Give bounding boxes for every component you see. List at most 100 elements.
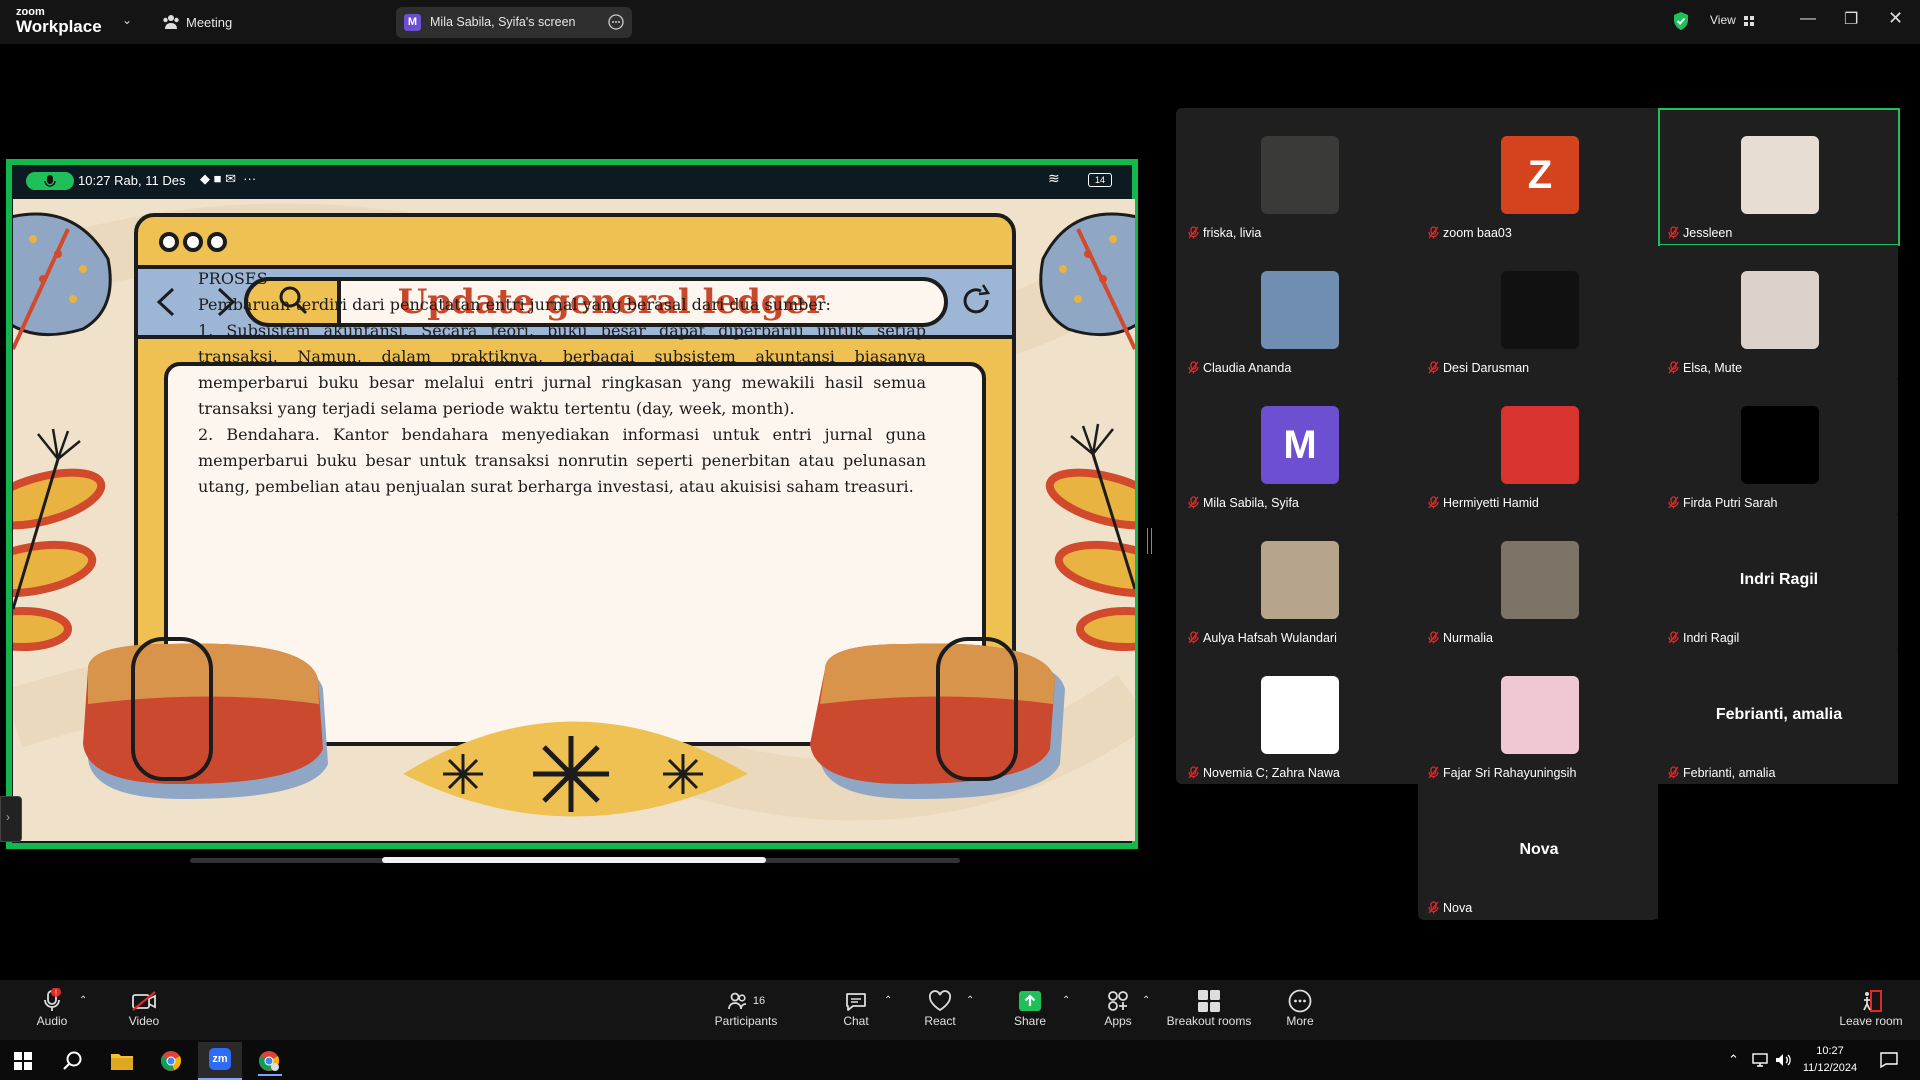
tray-chevron-up-icon[interactable]: ⌃ [1728, 1052, 1739, 1068]
mic-muted-icon [1668, 631, 1679, 644]
participant-tile[interactable]: Indri Ragil Indri Ragil [1660, 515, 1898, 649]
notifications-icon[interactable] [1880, 1052, 1898, 1069]
taskbar-search-icon[interactable] [62, 1050, 84, 1072]
clock-time[interactable]: 10:27 [1800, 1045, 1860, 1057]
close-icon[interactable]: ✕ [1888, 8, 1903, 29]
react-button[interactable]: React [920, 988, 960, 1028]
participant-name-label: Elsa, Mute [1668, 361, 1742, 375]
mic-muted-icon [1428, 361, 1439, 374]
audio-button[interactable]: ! Audio [30, 988, 74, 1028]
participant-tile[interactable]: Hermiyetti Hamid [1420, 380, 1658, 514]
restore-icon[interactable]: ❐ [1844, 9, 1858, 29]
security-shield-icon[interactable] [1672, 11, 1690, 31]
zoom-taskbar-item[interactable]: zm [198, 1042, 242, 1080]
participant-name: zoom baa03 [1443, 226, 1512, 240]
clock-date[interactable]: 11/12/2024 [1795, 1062, 1865, 1074]
slide-item-2: 2. Bendahara. Kantor bendahara menyediak… [198, 425, 926, 496]
leave-room-button[interactable]: Leave room [1836, 988, 1906, 1028]
mic-recording-icon [26, 172, 74, 190]
splitter-handle[interactable] [1147, 528, 1152, 554]
participants-button[interactable]: 16 Participants [712, 988, 780, 1028]
battery-icon: 14 [1088, 173, 1112, 187]
participant-tile[interactable]: Fajar Sri Rahayuningsih [1420, 650, 1658, 784]
mic-muted-icon [1428, 901, 1439, 914]
participant-name: Nova [1443, 901, 1473, 915]
video-button[interactable]: Video [124, 988, 164, 1028]
volume-icon[interactable] [1774, 1052, 1792, 1068]
mic-muted-icon: ! [30, 988, 74, 1014]
participants-count: 16 [752, 995, 766, 1007]
side-expand-handle[interactable]: › [0, 796, 22, 842]
participant-name: Jessleen [1683, 226, 1733, 240]
network-icon[interactable] [1752, 1052, 1770, 1068]
participant-display-name: Febrianti, amalia [1715, 706, 1843, 723]
view-grid-icon[interactable] [1743, 14, 1755, 26]
participant-tile[interactable]: Febrianti, amalia Febrianti, amalia [1660, 650, 1898, 784]
participant-name: friska, livia [1203, 226, 1262, 240]
participant-tile[interactable]: Firda Putri Sarah [1660, 380, 1898, 514]
participant-tile[interactable]: Jessleen [1658, 108, 1900, 246]
audio-label: Audio [36, 1014, 68, 1028]
mic-muted-icon [1188, 226, 1199, 239]
react-label: React [924, 1014, 956, 1028]
chat-options-caret-icon[interactable]: ⌃ [884, 995, 892, 1006]
participant-tile[interactable]: Claudia Ananda [1180, 245, 1418, 379]
participant-name-label: zoom baa03 [1428, 226, 1512, 240]
minimize-icon[interactable]: — [1800, 10, 1816, 28]
chat-button[interactable]: Chat [836, 988, 876, 1028]
participant-name-label: friska, livia [1188, 226, 1261, 240]
brand-big-text: Workplace [16, 17, 102, 36]
more-button[interactable]: More [1280, 988, 1320, 1028]
share-scrollbar-thumb[interactable] [382, 857, 766, 863]
participant-video-thumbnail [1261, 271, 1339, 349]
participant-avatar: M [1261, 406, 1339, 484]
meeting-people-icon[interactable] [162, 13, 180, 31]
mic-muted-icon [1428, 496, 1439, 509]
chrome-profile-icon[interactable] [258, 1050, 282, 1076]
participant-name-label: Jessleen [1668, 226, 1732, 240]
participant-name-label: Mila Sabila, Syifa [1188, 496, 1299, 510]
participant-name-label: Indri Ragil [1668, 631, 1739, 645]
apps-options-caret-icon[interactable]: ⌃ [1142, 995, 1150, 1006]
participant-tile[interactable]: Elsa, Mute [1660, 245, 1898, 379]
file-explorer-icon[interactable] [110, 1050, 134, 1072]
windows-start-icon[interactable] [14, 1052, 32, 1070]
wifi-icon: ≋ [1048, 170, 1060, 186]
participant-tile[interactable]: Zzoom baa03 [1420, 110, 1658, 244]
participant-video-thumbnail [1261, 136, 1339, 214]
participants-icon: 16 [712, 988, 780, 1014]
chat-label: Chat [843, 1014, 869, 1028]
participant-tile[interactable]: Desi Darusman [1420, 245, 1658, 379]
svg-text:!: ! [55, 989, 57, 998]
participant-tile[interactable]: Novemia C; Zahra Nawa [1180, 650, 1418, 784]
participant-video-thumbnail [1741, 406, 1819, 484]
participant-name-label: Claudia Ananda [1188, 361, 1291, 375]
breakout-rooms-button[interactable]: Breakout rooms [1164, 988, 1254, 1028]
mic-muted-icon [1188, 496, 1199, 509]
participant-tile[interactable]: friska, livia [1180, 110, 1418, 244]
tablet-status-bar: 10:27 Rab, 11 Des ◆ ■ ✉ ··· ≋ 14 [12, 165, 1132, 199]
participant-tile[interactable]: Aulya Hafsah Wulandari [1180, 515, 1418, 649]
more-icon [1280, 988, 1320, 1014]
participant-tile[interactable]: Nova Nova [1420, 785, 1658, 919]
heart-icon [920, 988, 960, 1014]
slide-heading: PROSES [198, 269, 268, 288]
audio-options-caret-icon[interactable]: ⌃ [79, 995, 87, 1006]
zoom-app-icon: zm [209, 1048, 231, 1070]
share-options-icon[interactable] [608, 14, 624, 30]
share-button[interactable]: Share [1010, 988, 1050, 1028]
share-options-caret-icon[interactable]: ⌃ [1062, 995, 1070, 1006]
mic-muted-icon [1428, 226, 1439, 239]
participant-tile[interactable]: M Mila Sabila, Syifa [1180, 380, 1418, 514]
chrome-icon[interactable] [160, 1050, 182, 1072]
share-indicator-pill[interactable]: M Mila Sabila, Syifa's screen [396, 7, 632, 38]
brand-chevron-down-icon[interactable]: ⌄ [122, 13, 132, 27]
participant-video-thumbnail [1501, 541, 1579, 619]
participant-tile[interactable]: Nurmalia [1420, 515, 1658, 649]
apps-button[interactable]: Apps [1100, 988, 1136, 1028]
title-bar [0, 0, 1920, 44]
react-options-caret-icon[interactable]: ⌃ [966, 995, 974, 1006]
view-label[interactable]: View [1710, 13, 1736, 27]
meeting-label[interactable]: Meeting [186, 15, 232, 30]
share-label: Mila Sabila, Syifa's screen [430, 15, 576, 29]
